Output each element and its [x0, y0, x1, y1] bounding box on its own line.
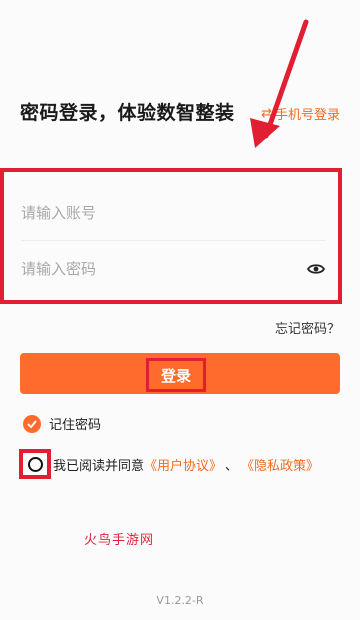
account-field	[21, 186, 326, 241]
checked-circle-icon[interactable]	[23, 414, 41, 433]
agreement-prefix: 我已阅读并同意	[53, 458, 145, 474]
phone-login-label: 手机号登录	[274, 108, 340, 123]
annotation-arrow	[250, 19, 309, 148]
password-input[interactable]	[21, 260, 306, 278]
password-field	[21, 242, 326, 296]
credentials-form	[0, 168, 342, 304]
swap-arrows-icon: ⇄	[261, 106, 272, 121]
user-agreement-link[interactable]: 《用户协议》	[144, 455, 222, 474]
remember-password-option[interactable]: 记住密码	[23, 414, 101, 433]
account-input[interactable]	[21, 204, 326, 222]
version-label: V1.2.2-R	[156, 594, 204, 607]
phone-login-link[interactable]: ⇄ 手机号登录	[261, 104, 340, 123]
unchecked-circle-icon[interactable]	[27, 456, 43, 472]
login-page: 密码登录，体验数智整装 ⇄ 手机号登录 忘记密码？ 登录 记住密码	[0, 0, 360, 620]
agreement-option: 我已阅读并同意 《用户协议》 、 《隐私政策》	[19, 449, 319, 479]
agreement-separator: 、	[225, 458, 239, 474]
remember-password-label: 记住密码	[49, 418, 102, 433]
forgot-password-link[interactable]: 忘记密码？	[275, 318, 340, 337]
eye-icon[interactable]	[306, 262, 326, 276]
privacy-policy-link[interactable]: 《隐私政策》	[241, 455, 319, 474]
login-button-label[interactable]: 登录	[146, 358, 206, 392]
page-title: 密码登录，体验数智整装	[20, 102, 235, 124]
agreement-checkbox[interactable]	[19, 449, 51, 479]
watermark: 火鸟手游网	[84, 533, 155, 548]
